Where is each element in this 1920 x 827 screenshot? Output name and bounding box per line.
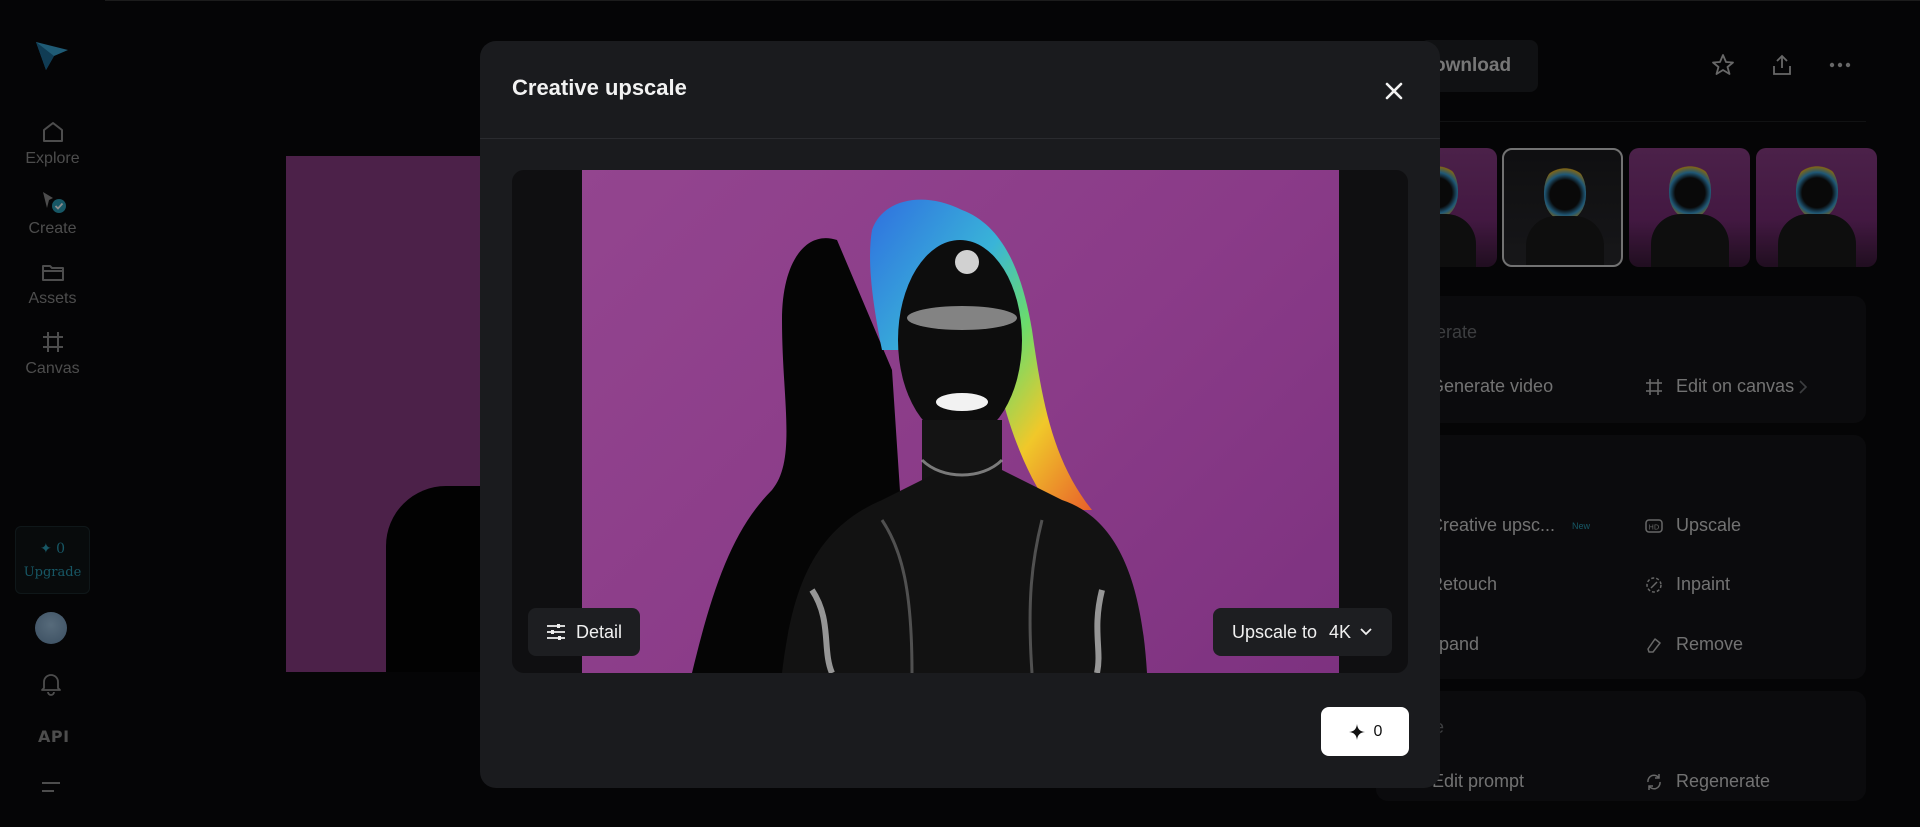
preview-photo: [582, 170, 1339, 673]
portrait-illustration: [692, 199, 1147, 673]
image-preview: Detail Upscale to 4K: [512, 170, 1408, 673]
creative-upscale-modal: Creative upscale Detail Upscale to 4K 0: [480, 41, 1440, 788]
upscale-value: 4K: [1329, 621, 1352, 642]
credit-cost: 0: [1373, 722, 1383, 740]
upscale-prefix: Upscale to: [1231, 621, 1317, 642]
modal-divider: [480, 138, 1440, 139]
app-root: Explore Create Assets Canvas ✦ 0 Upgrade…: [0, 0, 1920, 827]
detail-button[interactable]: Detail: [528, 608, 640, 656]
sliders-icon: [546, 624, 565, 640]
sparkle-icon: [1348, 723, 1365, 740]
upscale-resolution-dropdown[interactable]: Upscale to 4K: [1213, 608, 1392, 656]
start-upscale-button[interactable]: 0: [1321, 707, 1409, 756]
modal-title: Creative upscale: [512, 75, 687, 100]
close-icon[interactable]: [1380, 77, 1408, 105]
chevron-down-icon: [1360, 628, 1372, 636]
detail-label: Detail: [575, 621, 623, 642]
